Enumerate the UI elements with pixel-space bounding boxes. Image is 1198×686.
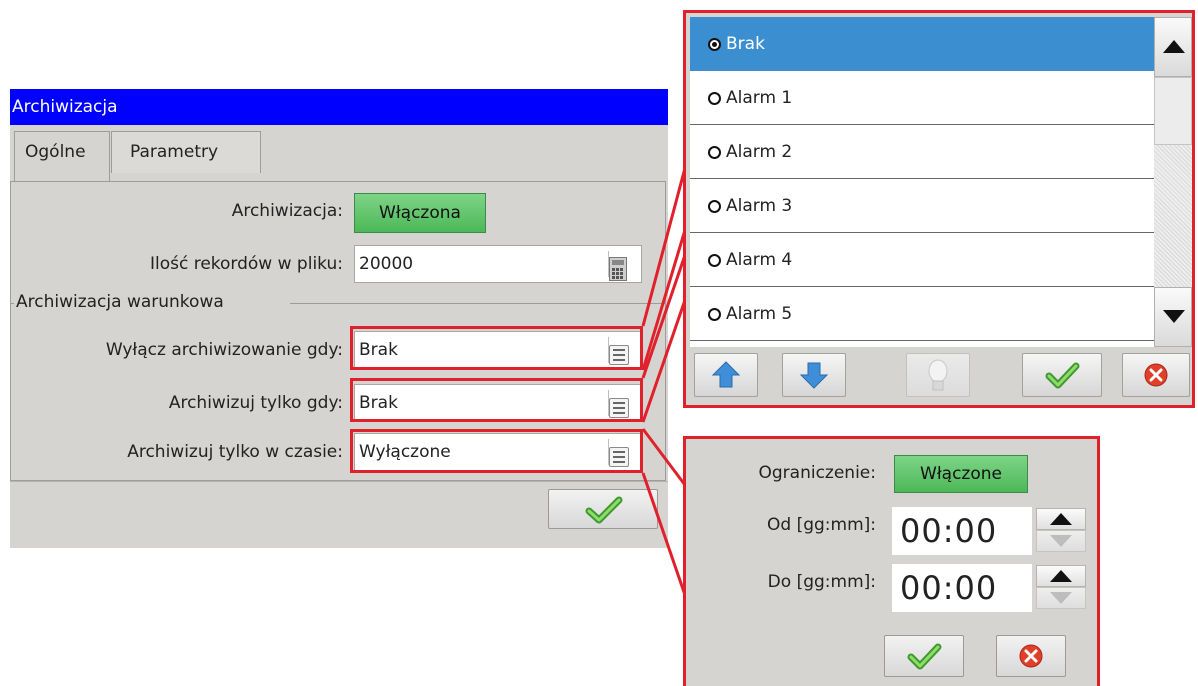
select-list-popup: Brak Alarm 1 Alarm 2 Alarm 3 Alarm 4 Ala… <box>683 10 1195 408</box>
to-time-input[interactable]: 00:00 <box>892 564 1032 612</box>
list-scrollbar[interactable] <box>1154 17 1192 347</box>
to-spinner[interactable] <box>1036 565 1086 609</box>
scroll-down-button[interactable] <box>1154 287 1192 347</box>
limit-toggle-button[interactable]: Włączone <box>894 455 1028 493</box>
list-item-label: Alarm 2 <box>726 142 793 162</box>
confirm-button[interactable] <box>1022 353 1102 397</box>
move-up-button[interactable] <box>694 353 758 397</box>
list-item-label: Brak <box>726 34 765 54</box>
radio-icon <box>708 254 721 267</box>
options-list: Brak Alarm 1 Alarm 2 Alarm 3 Alarm 4 Ala… <box>690 17 1154 347</box>
list-item-label: Alarm 4 <box>726 250 793 270</box>
checkmark-icon <box>1045 362 1080 389</box>
tab-ogolne[interactable]: Ogólne <box>14 131 110 181</box>
from-label: Od [gg:mm]: <box>767 515 876 535</box>
list-item[interactable]: Alarm 4 <box>690 233 1154 287</box>
from-time-input[interactable]: 00:00 <box>892 507 1032 555</box>
to-label: Do [gg:mm]: <box>767 572 876 592</box>
time-confirm-button[interactable] <box>884 635 964 677</box>
from-spinner[interactable] <box>1036 508 1086 552</box>
move-down-button[interactable] <box>782 353 846 397</box>
lightbulb-button[interactable] <box>906 353 970 397</box>
list-item-label: Alarm 3 <box>726 196 793 216</box>
list-item[interactable]: Alarm 5 <box>690 287 1154 341</box>
time-range-popup: Ograniczenie: Włączone Od [gg:mm]: 00:00… <box>683 436 1100 686</box>
limit-label: Ograniczenie: <box>758 463 877 483</box>
list-item-label: Alarm 5 <box>726 304 793 324</box>
triangle-up-icon <box>1163 40 1185 53</box>
to-increment-button[interactable] <box>1036 565 1086 587</box>
radio-icon <box>708 146 721 159</box>
radio-icon <box>708 38 721 51</box>
arrow-down-icon <box>799 362 829 389</box>
cancel-icon <box>1019 644 1043 668</box>
list-item[interactable]: Alarm 2 <box>690 125 1154 179</box>
list-item[interactable]: Alarm 3 <box>690 179 1154 233</box>
list-item[interactable]: Brak <box>690 17 1154 71</box>
list-item[interactable]: Alarm 1 <box>690 71 1154 125</box>
cancel-icon <box>1144 363 1168 387</box>
scroll-thumb[interactable] <box>1154 77 1192 145</box>
checkmark-icon <box>907 643 942 670</box>
scroll-up-button[interactable] <box>1154 17 1192 77</box>
radio-icon <box>708 308 721 321</box>
to-decrement-button[interactable] <box>1036 587 1086 609</box>
lightbulb-icon <box>928 359 948 391</box>
list-item-label: Alarm 1 <box>726 88 793 108</box>
time-cancel-button[interactable] <box>996 635 1066 677</box>
triangle-down-icon <box>1163 310 1185 323</box>
radio-icon <box>708 92 721 105</box>
scroll-track[interactable] <box>1154 145 1192 287</box>
arrow-up-icon <box>711 361 741 388</box>
from-decrement-button[interactable] <box>1036 530 1086 552</box>
radio-icon <box>708 200 721 213</box>
cancel-button[interactable] <box>1122 353 1190 397</box>
from-increment-button[interactable] <box>1036 508 1086 530</box>
